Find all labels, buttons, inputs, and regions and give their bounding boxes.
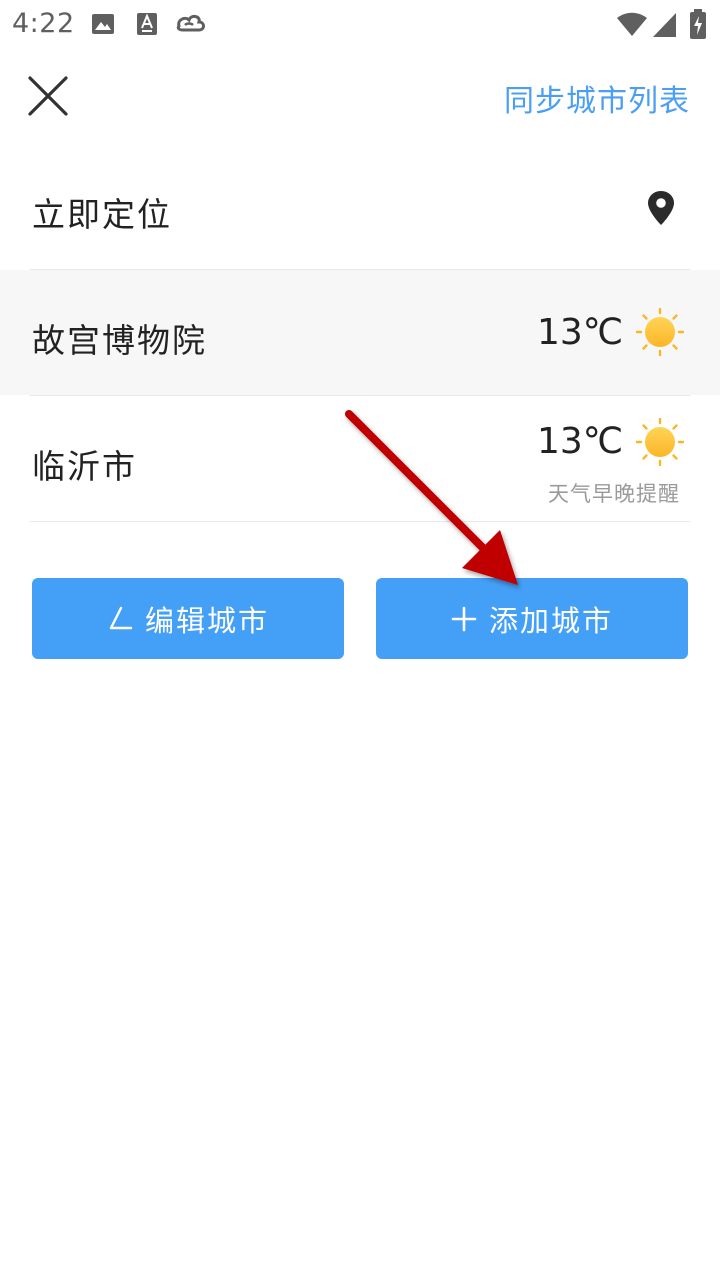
- edit-icon: [109, 606, 133, 629]
- add-city-label: 添加城市: [488, 603, 613, 638]
- edit-cities-button[interactable]: 编辑城市: [32, 578, 344, 659]
- city-temperature: 13℃: [537, 421, 624, 462]
- city-row-gugong[interactable]: 故宫博物院 13℃: [0, 270, 720, 395]
- city-name: 临沂市: [32, 447, 137, 486]
- divider: [30, 521, 690, 522]
- image-icon: [92, 14, 114, 34]
- close-icon[interactable]: [26, 74, 70, 118]
- locate-now-row[interactable]: 立即定位: [0, 145, 720, 270]
- weather-reminder-note: 天气早晚提醒: [548, 482, 680, 506]
- locate-now-label: 立即定位: [32, 195, 172, 234]
- sync-city-list-link[interactable]: 同步城市列表: [504, 76, 690, 120]
- sun-icon: [636, 308, 684, 356]
- city-temperature: 13℃: [537, 312, 624, 353]
- status-time: 4:22: [12, 8, 75, 39]
- edit-cities-label: 编辑城市: [144, 603, 269, 638]
- sun-icon: [636, 418, 684, 466]
- plus-icon: [451, 606, 477, 631]
- city-row-linyi[interactable]: 临沂市 13℃ 天气早晚提醒: [0, 396, 720, 521]
- status-bar: 4:22: [0, 0, 720, 50]
- cell-signal-icon: [653, 13, 676, 37]
- cloud-icon: [176, 14, 205, 32]
- font-icon: [137, 13, 157, 35]
- city-name: 故宫博物院: [32, 321, 207, 360]
- battery-charging-icon: [690, 9, 706, 39]
- location-pin-icon: [648, 191, 674, 225]
- add-city-button[interactable]: 添加城市: [376, 578, 688, 659]
- wifi-icon: [617, 12, 647, 36]
